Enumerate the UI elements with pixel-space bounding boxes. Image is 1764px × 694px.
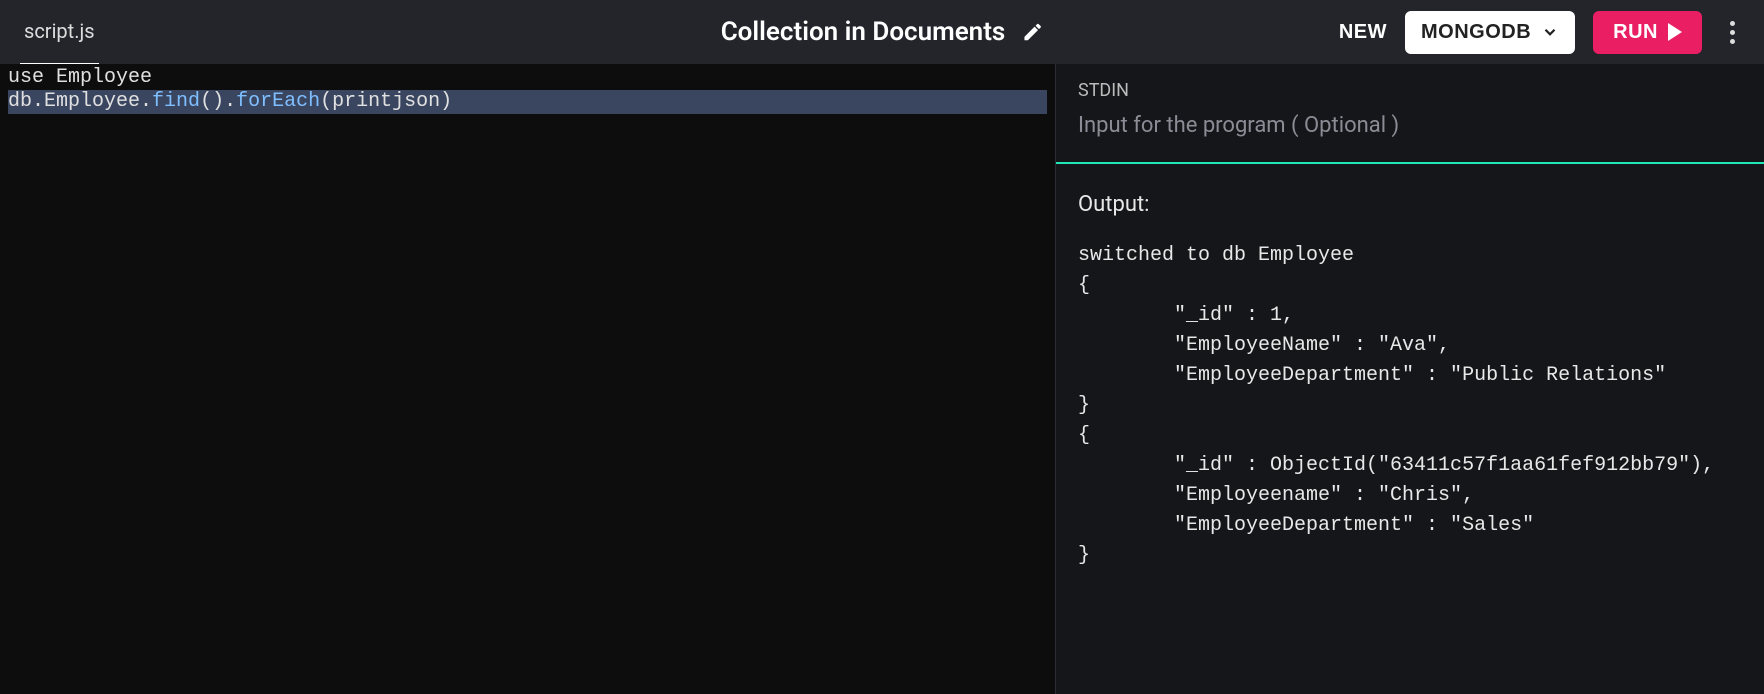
header-actions: NEW MONGODB RUN [1339,11,1744,54]
play-icon [1668,23,1682,41]
more-menu-button[interactable] [1720,20,1744,44]
chevron-down-icon [1541,23,1559,41]
main-content: use Employee db.Employee.find().forEach(… [0,64,1764,694]
code-editor[interactable]: use Employee db.Employee.find().forEach(… [0,64,1055,694]
edit-icon[interactable] [1021,21,1043,43]
language-selector[interactable]: MONGODB [1405,11,1575,54]
page-title: Collection in Documents [721,17,1006,47]
code-line-1: use Employee [8,66,1047,90]
new-button[interactable]: NEW [1339,21,1387,44]
file-tab[interactable]: script.js [20,19,99,66]
output-section: Output: switched to db Employee { "_id" … [1056,164,1764,694]
run-button[interactable]: RUN [1593,11,1702,54]
run-label: RUN [1613,21,1658,44]
language-label: MONGODB [1421,21,1531,44]
stdin-input[interactable] [1078,113,1742,138]
stdin-section: STDIN [1056,64,1764,164]
title-container: Collection in Documents [721,17,1044,47]
output-label: Output: [1078,192,1742,217]
header-bar: script.js Collection in Documents NEW MO… [0,0,1764,64]
io-panel: STDIN Output: switched to db Employee { … [1055,64,1764,694]
stdin-label: STDIN [1078,80,1742,101]
code-line-2: db.Employee.find().forEach(printjson) [8,90,1047,114]
output-text: switched to db Employee { "_id" : 1, "Em… [1078,241,1742,571]
